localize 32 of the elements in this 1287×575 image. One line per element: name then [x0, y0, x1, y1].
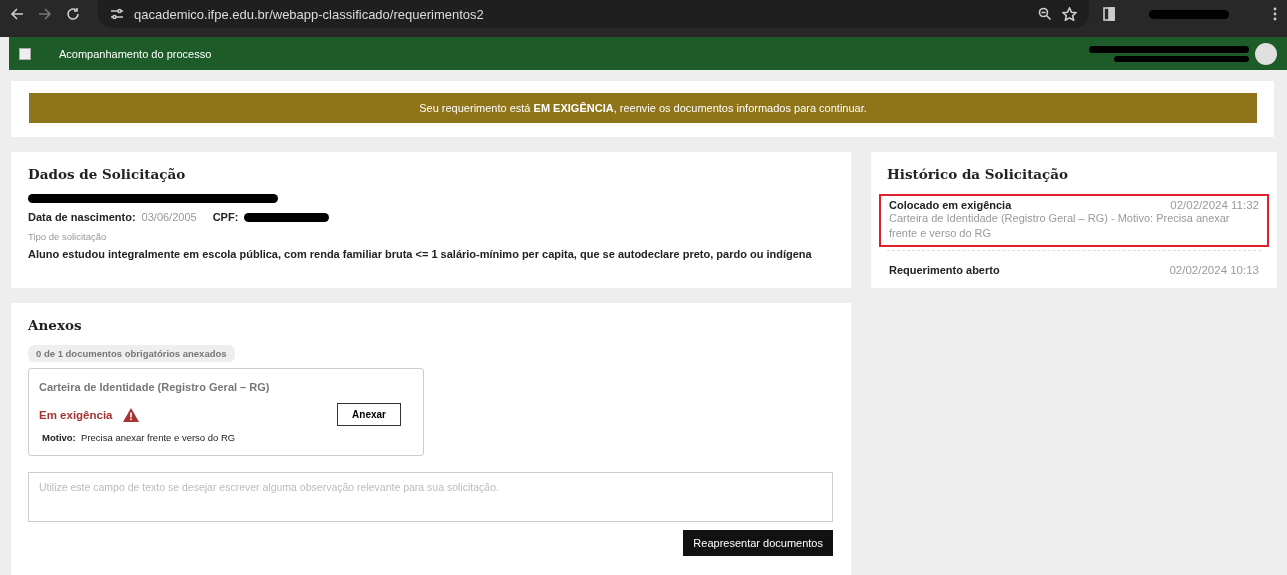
history-detail: Carteira de Identidade (Registro Geral – RG) - Motivo: Precisa anexar frente e verso do RG — [889, 211, 1231, 241]
back-icon[interactable] — [10, 7, 24, 21]
notes-field[interactable]: Utilize este campo de texto se desejar escrever alguma observação relevante para sua solicitação. — [28, 472, 833, 522]
side-panel-icon[interactable] — [1103, 7, 1115, 21]
user-avatar[interactable] — [1255, 42, 1277, 65]
document-name: Carteira de Identidade (Registro Geral – RG) — [39, 381, 271, 393]
status-banner: Seu requerimento está EM EXIGÊNCIA, reenvie os documentos informados para continuar. — [29, 93, 1257, 123]
more-icon[interactable] — [1273, 7, 1277, 21]
section-title: Dados de Solicitação — [28, 166, 187, 182]
reason-text: Motivo: Precisa anexar frente e verso do RG — [42, 432, 237, 443]
field-value: 03/06/2005 — [141, 211, 197, 223]
field-label: CPF: — [212, 211, 239, 223]
zoom-icon[interactable] — [1038, 7, 1052, 21]
star-icon[interactable] — [1062, 7, 1077, 21]
section-title: Histórico da Solicitação — [887, 166, 1070, 182]
history-time: 02/02/2024 10:13 — [1169, 264, 1259, 276]
document-status: Em exigência — [39, 408, 113, 421]
field-label: Data de nascimento: — [28, 211, 136, 223]
site-settings-icon[interactable] — [110, 8, 124, 20]
broken-image-icon — [19, 47, 31, 60]
field-label: Tipo de solicitação — [28, 231, 108, 242]
field-value: Aluno estudou integralmente em escola pública, com renda familiar bruta <= 1 salário-mínimo per capita, que se autodeclare preto, pardo ou indígena — [28, 248, 813, 260]
resubmit-button[interactable]: Reapresentar documentos — [683, 530, 833, 556]
count-badge: 0 de 1 documentos obrigatórios anexados — [28, 345, 235, 362]
section-title: Anexos — [28, 317, 83, 333]
history-time: 02/02/2024 11:32 — [1170, 199, 1259, 211]
page-title: Acompanhamento do processo — [59, 47, 213, 60]
attach-button[interactable]: Anexar — [337, 403, 401, 426]
forward-icon[interactable] — [38, 7, 52, 21]
reload-icon[interactable] — [66, 7, 80, 21]
history-title: Colocado em exigência — [889, 199, 1012, 211]
history-title: Requerimento aberto — [889, 264, 1000, 276]
